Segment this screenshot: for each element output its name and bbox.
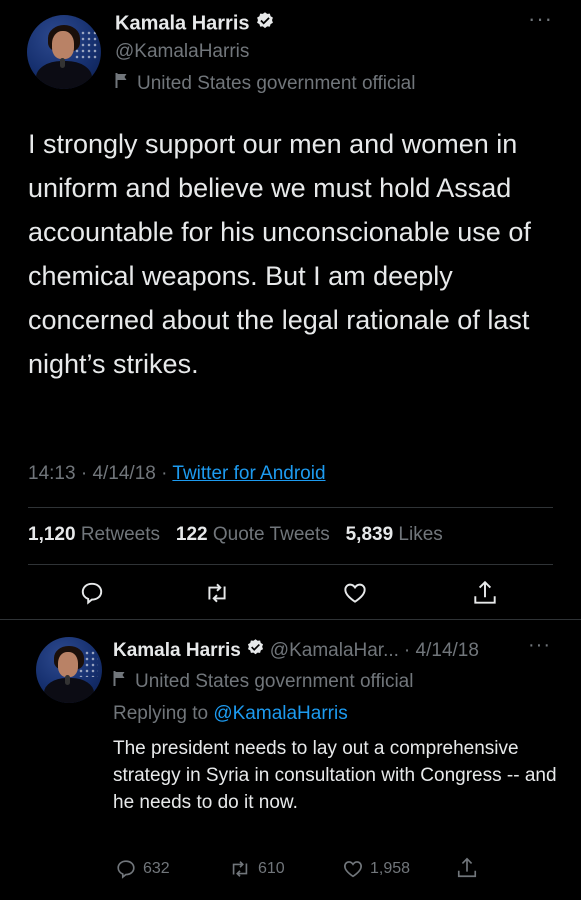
tweet-text: The president needs to lay out a compreh… [113,738,557,813]
more-icon[interactable]: ··· [528,634,551,657]
retweet-icon [232,861,248,877]
flag-icon [113,670,127,693]
heart-icon [344,861,362,878]
reply-button[interactable]: 632 [115,858,170,880]
quote-tweets-stat[interactable]: 122 Quote Tweets [176,524,335,545]
verified-badge-icon [246,638,265,663]
tweet-source-link[interactable]: Twitter for Android [172,463,325,484]
author-name[interactable]: Kamala Harris [113,640,241,662]
divider [28,507,553,508]
reply-icon [117,860,135,879]
retweet-icon [208,583,226,603]
author-handle[interactable]: @KamalaHar... [270,640,399,662]
retweet-button[interactable]: 610 [228,858,285,880]
share-button[interactable] [456,856,478,880]
account-label[interactable]: United States government official [135,671,413,693]
divider [28,564,553,565]
tweet-text: I strongly support our men and women in … [28,129,531,379]
retweet-button[interactable] [203,580,231,606]
divider [0,619,581,620]
retweets-stat[interactable]: 1,120 Retweets [28,524,165,545]
like-button[interactable]: 1,958 [342,858,410,880]
avatar[interactable] [27,15,101,89]
reply-count: 632 [143,860,170,877]
reply-icon [81,582,103,605]
author-handle[interactable]: @KamalaHarris [115,41,249,63]
like-count: 1,958 [370,860,411,877]
more-icon[interactable]: ··· [528,6,553,32]
share-button[interactable] [472,579,498,607]
share-icon [457,857,477,878]
reply-button[interactable] [79,580,105,606]
retweet-count: 610 [258,860,285,877]
tweet-date[interactable]: · 4/14/18 [404,640,479,662]
flag-icon [115,72,129,95]
replying-to-handle[interactable]: @KamalaHarris [213,703,347,724]
replying-to-label: Replying to [113,703,209,724]
verified-badge-icon [255,11,275,37]
tweet-date[interactable]: 4/14/18 [92,463,155,484]
tweet-time[interactable]: 14:13 [28,463,76,484]
separator: · [161,463,168,484]
heart-icon [344,583,366,603]
avatar[interactable] [36,637,102,703]
like-button[interactable] [342,580,368,606]
account-label[interactable]: United States government official [137,73,415,95]
author-name[interactable]: Kamala Harris [115,12,250,34]
separator: · [80,463,88,484]
tweet-stats: 1,120 Retweets 122 Quote Tweets 5,839 Li… [28,524,443,546]
share-icon [474,580,496,604]
likes-stat[interactable]: 5,839 Likes [346,524,443,545]
